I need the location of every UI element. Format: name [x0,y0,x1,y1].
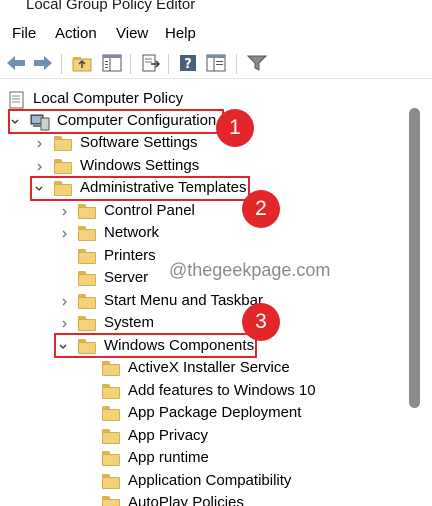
tree-item-label: App Package Deployment [128,404,302,421]
show-hide-tree-icon[interactable] [102,53,122,73]
back-arrow-icon[interactable] [6,53,26,73]
filter-icon[interactable] [247,53,267,73]
policy-tree: Local Computer Policy Computer Configura… [0,80,405,506]
up-folder-icon[interactable] [72,53,92,73]
folder-icon [78,247,98,265]
menu-view[interactable]: View [116,25,148,42]
folder-icon [102,404,122,422]
folder-icon [102,449,122,467]
tree-item-label: App Privacy [128,427,209,444]
tree-item-app-runtime[interactable]: App runtime [0,448,320,470]
tree-item-label: Server [104,269,149,286]
folder-icon [78,314,98,332]
title-bar: Local Group Policy Editor [0,0,432,18]
tree-item-label: Software Settings [80,134,198,151]
toolbar-separator [236,54,237,74]
menu-action[interactable]: Action [55,25,97,42]
toolbar-separator [61,54,62,74]
folder-icon [78,292,98,310]
tree-item-activex-installer-service[interactable]: ActiveX Installer Service [0,358,320,380]
folder-icon [78,224,98,242]
tree-item-label: ActiveX Installer Service [128,359,290,376]
highlight-box-administrative-templates [30,176,250,201]
folder-icon [54,134,74,152]
tree-item-software-settings[interactable]: Software Settings [0,133,300,155]
tree-item-label: Add features to Windows 10 [128,382,316,399]
folder-icon [54,157,74,175]
chevron-right-icon[interactable] [35,137,45,149]
step-badge-1: 1 [216,109,254,147]
window-title: Local Group Policy Editor [26,0,196,13]
watermark: @thegeekpage.com [169,260,331,280]
chevron-right-icon[interactable] [60,317,70,329]
toolbar: ? [0,48,432,79]
tree-item-label: App runtime [128,449,209,466]
tree-item-label: System [104,314,155,331]
menu-help[interactable]: Help [165,25,196,42]
tree-item-label: Local Computer Policy [33,90,184,107]
toolbar-separator [130,54,131,74]
tree-item-label: Network [104,224,160,241]
tree-item-local-computer-policy[interactable]: Local Computer Policy [0,89,300,111]
forward-arrow-icon[interactable] [33,53,53,73]
folder-icon [102,382,122,400]
folder-icon [78,269,98,287]
policy-document-icon [7,90,27,109]
tree-item-label: Control Panel [104,202,195,219]
highlight-box-computer-configuration [8,109,224,134]
chevron-right-icon[interactable] [35,160,45,172]
tree-item-label: Printers [104,247,156,264]
tree-item-app-package-deployment[interactable]: App Package Deployment [0,403,320,425]
tree-item-label: Application Compatibility [128,472,292,489]
step-badge-2: 2 [242,190,280,228]
tree-item-application-compatibility[interactable]: Application Compatibility [0,471,320,493]
highlight-box-windows-components [54,333,257,358]
chevron-right-icon[interactable] [60,205,70,217]
help-icon[interactable]: ? [178,53,198,73]
tree-item-label: AutoPlay Policies [128,494,244,506]
folder-icon [78,202,98,220]
menu-file[interactable]: File [12,25,36,42]
folder-icon [102,494,122,506]
properties-icon[interactable] [206,53,226,73]
chevron-right-icon[interactable] [60,295,70,307]
chevron-right-icon[interactable] [60,227,70,239]
folder-icon [102,427,122,445]
folder-icon [102,472,122,490]
tree-item-add-features[interactable]: Add features to Windows 10 [0,381,320,403]
tree-item-app-privacy[interactable]: App Privacy [0,426,320,448]
tree-item-windows-settings[interactable]: Windows Settings [0,156,300,178]
scrollbar-thumb[interactable] [409,108,420,408]
export-list-icon[interactable] [140,53,160,73]
folder-icon [102,359,122,377]
toolbar-separator [168,54,169,74]
tree-item-label: Windows Settings [80,157,200,174]
tree-item-autoplay-policies[interactable]: AutoPlay Policies [0,493,320,506]
tree-item-label: Start Menu and Taskbar [104,292,263,309]
menu-bar: File Action View Help [0,22,432,46]
svg-text:?: ? [184,57,192,72]
step-badge-3: 3 [242,303,280,341]
